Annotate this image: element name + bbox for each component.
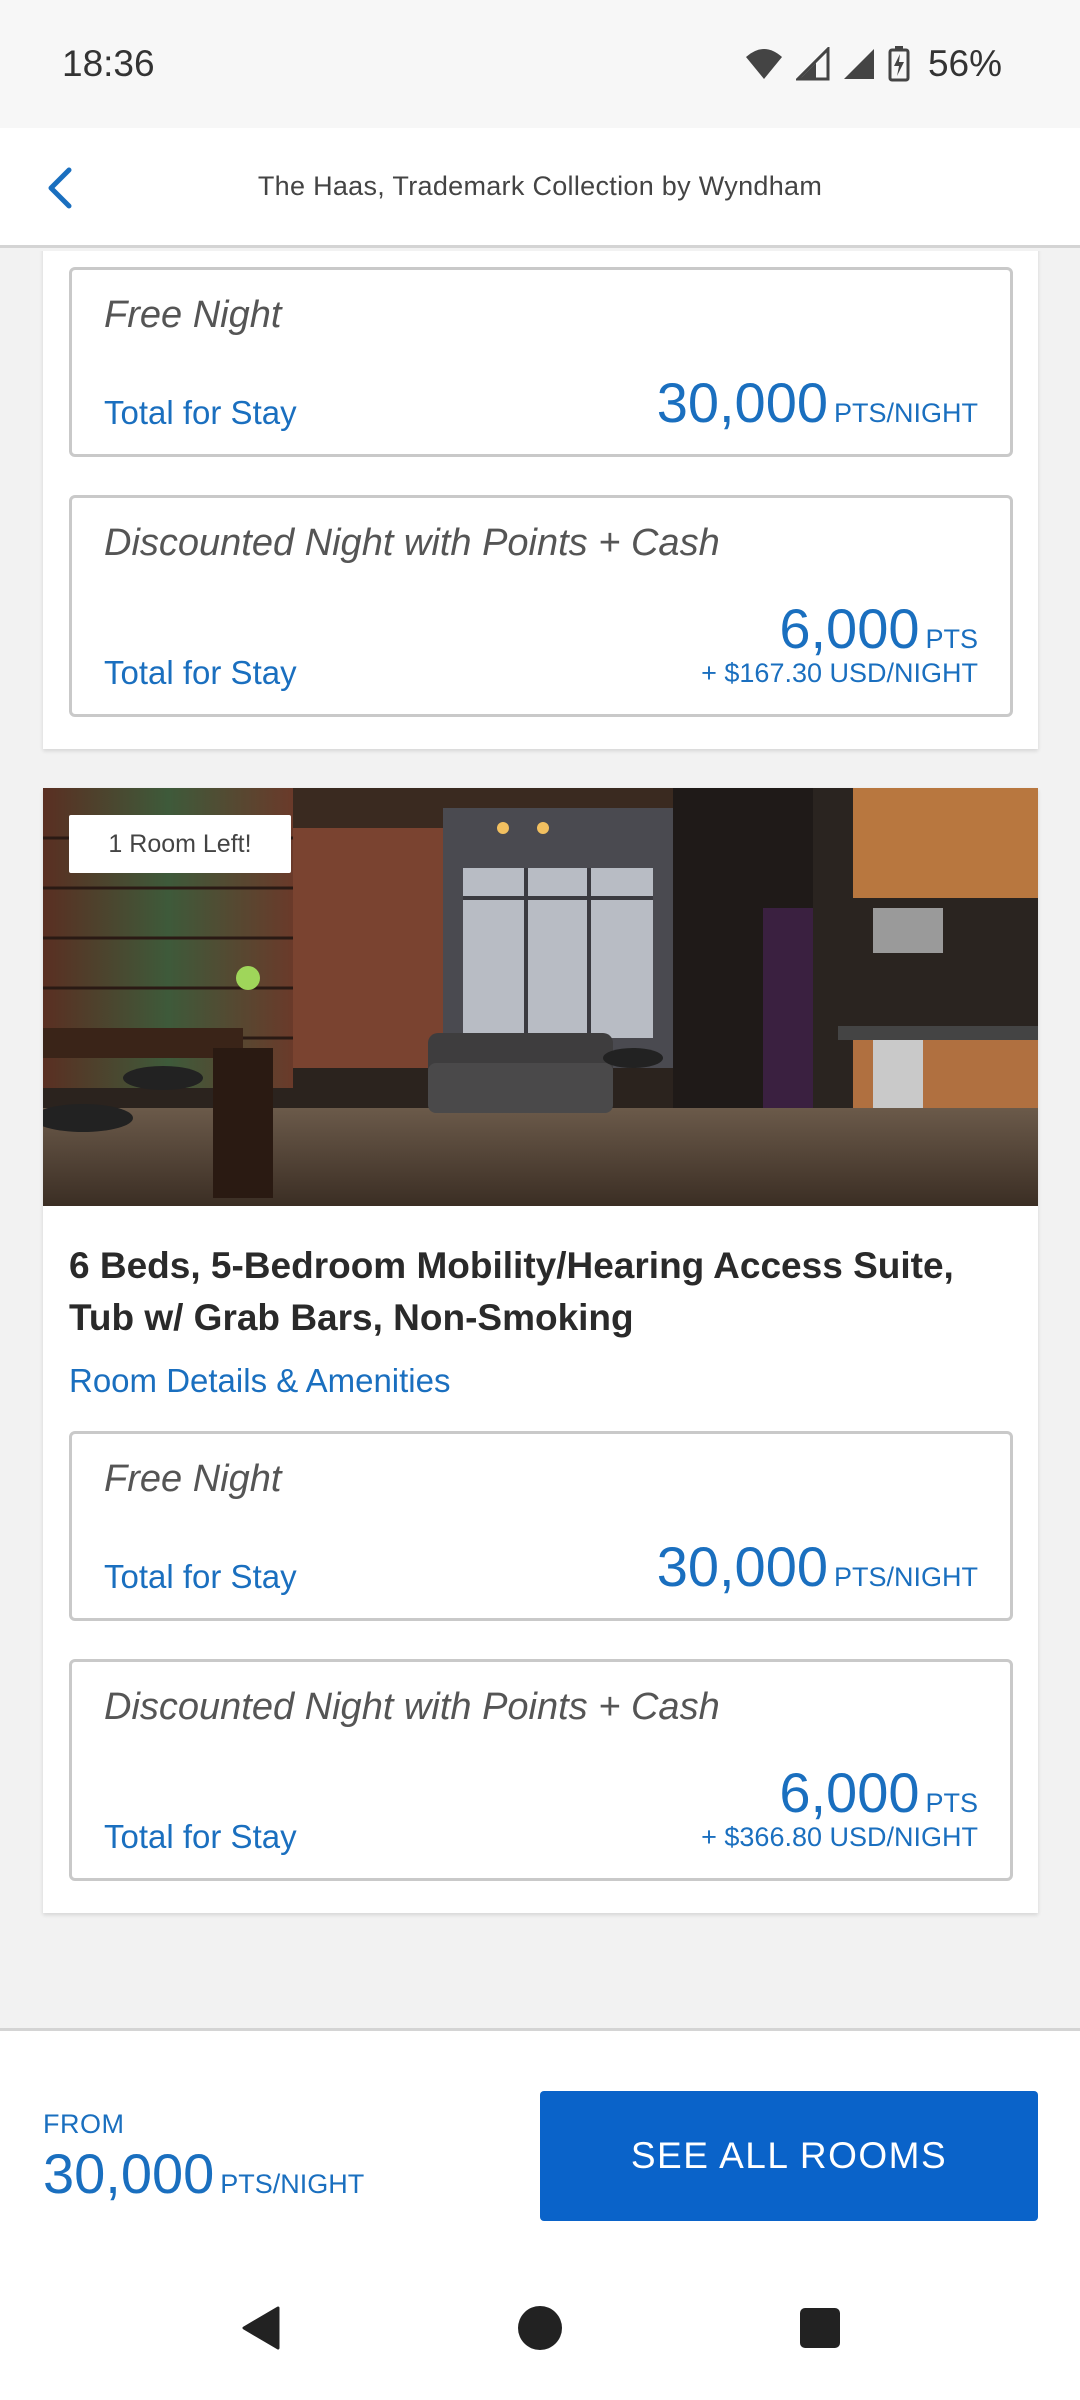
rate-price: 30,000 PTS/NIGHT bbox=[657, 370, 978, 435]
nav-back-button[interactable] bbox=[230, 2298, 290, 2358]
bottom-price-bar: FROM 30,000 PTS/NIGHT SEE ALL ROOMS bbox=[0, 2028, 1080, 2260]
total-for-stay-label: Total for Stay bbox=[104, 1818, 297, 1855]
availability-badge: 1 Room Left! bbox=[69, 815, 291, 873]
total-for-stay-label: Total for Stay bbox=[104, 394, 297, 431]
hotel-title: The Haas, Trademark Collection by Wyndha… bbox=[257, 171, 823, 201]
rate-unit: PTS/NIGHT bbox=[833, 1562, 978, 1592]
battery-level: 56% bbox=[927, 43, 1002, 84]
rate-option-free-night[interactable]: Free Night Total for Stay 30,000 PTS/NIGH… bbox=[69, 1431, 1013, 1621]
room-card: Free Night Total for Stay 30,000 PTS/NIGH… bbox=[43, 251, 1038, 749]
total-for-stay-label: Total for Stay bbox=[104, 654, 297, 691]
room-title: 6 Beds, 5-Bedroom Mobility/Hearing Acces… bbox=[69, 1245, 954, 1338]
back-button[interactable] bbox=[30, 158, 90, 218]
rate-option-points-cash[interactable]: Discounted Night with Points + Cash Tota… bbox=[69, 495, 1013, 717]
rate-points: 30,000 bbox=[656, 1535, 828, 1598]
rate-price: 30,000 PTS/NIGHT bbox=[657, 1534, 978, 1599]
rate-option-free-night[interactable]: Free Night Total for Stay 30,000 PTS/NIGH… bbox=[69, 267, 1013, 457]
rate-price: 6,000 PTS bbox=[779, 1760, 978, 1825]
chevron-left-icon bbox=[48, 167, 72, 209]
room-photo[interactable]: 1 Room Left! bbox=[43, 788, 1038, 1206]
rate-name: Discounted Night with Points + Cash bbox=[104, 522, 720, 564]
total-for-stay-label: Total for Stay bbox=[104, 1558, 297, 1595]
rooms-list[interactable]: Free Night Total for Stay 30,000 PTS/NIGH… bbox=[0, 251, 1080, 2028]
see-all-rooms-button[interactable]: SEE ALL ROOMS bbox=[540, 2091, 1038, 2221]
status-time: 18:36 bbox=[62, 43, 155, 84]
rate-unit: PTS/NIGHT bbox=[833, 398, 978, 428]
nav-home-icon bbox=[518, 2306, 562, 2350]
room-details-link[interactable]: Room Details & Amenities bbox=[69, 1362, 450, 1400]
nav-back-icon bbox=[242, 2306, 280, 2350]
status-bar: 18:36 56% bbox=[0, 0, 1080, 128]
signal-icon bbox=[795, 47, 830, 81]
from-label: FROM bbox=[43, 2109, 125, 2139]
rate-cash: + $167.30 USD/NIGHT bbox=[701, 658, 978, 688]
wifi-icon bbox=[745, 49, 782, 79]
nav-recents-button[interactable] bbox=[790, 2298, 850, 2358]
from-unit: PTS/NIGHT bbox=[220, 2169, 365, 2199]
rate-points: 6,000 bbox=[779, 597, 920, 660]
nav-recents-icon bbox=[800, 2308, 840, 2348]
rate-unit: PTS bbox=[925, 624, 978, 654]
rate-price: 6,000 PTS bbox=[779, 596, 978, 661]
rate-cash: + $366.80 USD/NIGHT bbox=[701, 1822, 978, 1852]
room-card: 1 Room Left! 6 Beds, 5-Bedroom Mobility/… bbox=[43, 788, 1038, 1913]
from-points: 30,000 bbox=[43, 2142, 215, 2205]
rate-name: Free Night bbox=[104, 1458, 282, 1500]
rate-points: 6,000 bbox=[779, 1761, 920, 1824]
battery-charging-icon bbox=[888, 46, 910, 82]
signal-icon bbox=[843, 49, 874, 79]
from-price: 30,000 PTS/NIGHT bbox=[43, 2141, 364, 2206]
status-icons: 56% bbox=[744, 43, 1002, 85]
rate-points: 30,000 bbox=[656, 371, 828, 434]
app-header: The Haas, Trademark Collection by Wyndha… bbox=[0, 128, 1080, 248]
rate-unit: PTS bbox=[925, 1788, 978, 1818]
rate-option-points-cash[interactable]: Discounted Night with Points + Cash Tota… bbox=[69, 1659, 1013, 1881]
rate-name: Discounted Night with Points + Cash bbox=[104, 1686, 720, 1728]
nav-home-button[interactable] bbox=[510, 2298, 570, 2358]
system-nav-bar bbox=[0, 2260, 1080, 2400]
rate-name: Free Night bbox=[104, 294, 282, 336]
